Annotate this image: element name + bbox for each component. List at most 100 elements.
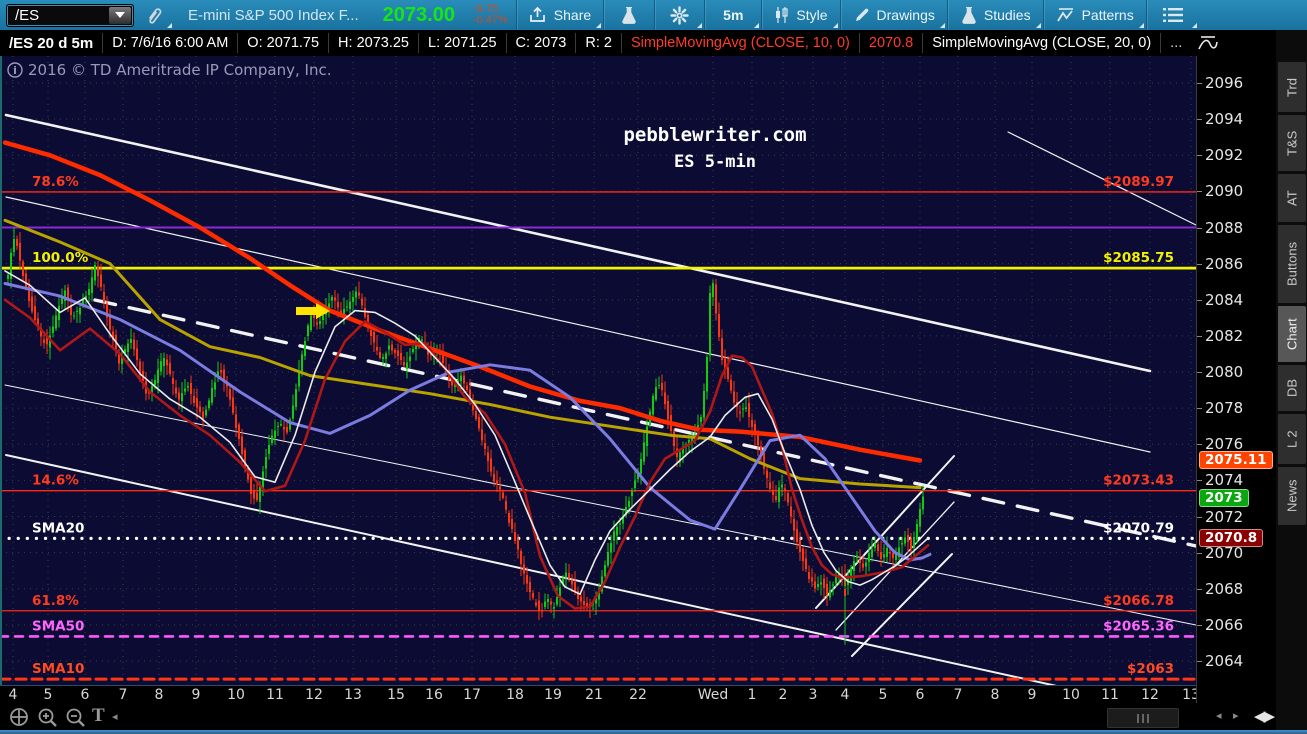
price-tick-label: 2078 — [1196, 399, 1244, 418]
sidebar-tab-trd[interactable]: Trd — [1278, 62, 1306, 112]
thinkorswim-window: /ES E-mini S&P 500 Index F... 2073.00 -9… — [0, 0, 1307, 734]
sidebar-tab-ts[interactable]: T&S — [1278, 115, 1306, 171]
share-icon — [529, 6, 545, 22]
interval-button[interactable]: 5m — [705, 0, 761, 30]
time-tick-label: 8 — [990, 687, 1000, 703]
level-label-right: $2066.78 — [1103, 593, 1174, 609]
chart-style-icon — [776, 7, 788, 23]
price-tick-label: 2088 — [1196, 218, 1244, 237]
patterns-label: Patterns — [1081, 7, 1134, 23]
instrument-description: E-mini S&P 500 Index F... — [188, 6, 359, 24]
sidebar-tab-at[interactable]: AT — [1278, 174, 1306, 222]
price-badge: 2070.8 — [1199, 529, 1264, 548]
level-label-left: 78.6% — [32, 174, 79, 190]
price-tick-label: 2074 — [1196, 471, 1244, 490]
gear-icon — [670, 5, 689, 25]
change-percent: -0.47% — [472, 14, 508, 26]
analysis-flask-button[interactable] — [604, 0, 654, 30]
plot-left-frame — [0, 56, 2, 686]
level-label-left: 14.6% — [32, 473, 79, 489]
price-tick-label: 2080 — [1196, 363, 1244, 381]
share-button[interactable]: Share — [517, 0, 603, 30]
studies-button[interactable]: Studies — [948, 0, 1043, 30]
style-button[interactable]: Style — [762, 0, 839, 30]
text-tool-icon[interactable]: T — [92, 705, 105, 727]
time-tick-label: 21 — [585, 687, 603, 703]
sidebar-tab-news[interactable]: News — [1278, 467, 1306, 525]
time-tick-label: 3 — [808, 687, 818, 703]
collapse-tools-icon[interactable]: ◂ — [112, 712, 118, 723]
time-tick-label: 5 — [878, 687, 888, 703]
symbol-dropdown-button[interactable] — [109, 6, 131, 24]
symbol-input[interactable]: /ES — [6, 3, 134, 27]
menu-button[interactable] — [1147, 0, 1199, 30]
time-tick-label: Wed — [697, 687, 729, 703]
time-axis[interactable]: 4 5 6 7 8 9 10 11 12 13 15 16 17 18 19 21 22 Wed 1 2 3 4 5 6 7 8 9… — [0, 686, 1200, 703]
bottom-bar: T ◂ ◂ ▸ ◀▶ — [0, 703, 1276, 730]
time-tick-label: 11 — [1101, 687, 1119, 703]
curve-tool-button[interactable] — [1196, 32, 1220, 55]
header-segment: H: 2073.25 — [329, 33, 419, 53]
svg-text:ES 5-min: ES 5-min — [674, 152, 756, 172]
price-tick-label: 2086 — [1196, 254, 1244, 273]
time-tick-label: 2 — [778, 687, 788, 703]
sidebar-tab-chart[interactable]: Chart — [1278, 306, 1306, 362]
drawings-button[interactable]: Drawings — [841, 0, 947, 30]
level-label-left: 100.0% — [32, 250, 89, 266]
sidebar-tab-db[interactable]: DB — [1278, 365, 1306, 411]
header-segment: SimpleMovingAvg (CLOSE, 20, 0) — [923, 33, 1162, 53]
svg-text:2016 © TD Ameritrade IP Compan: 2016 © TD Ameritrade IP Company, Inc. — [28, 61, 331, 79]
time-tick-label: 22 — [629, 687, 647, 703]
interval-label: 5m — [723, 7, 744, 23]
time-tick-label: 16 — [425, 687, 443, 703]
dropdown-corner — [167, 23, 172, 28]
scroll-right-icon[interactable]: ▸ — [1233, 711, 1239, 722]
level-label-right: $2085.75 — [1103, 250, 1174, 266]
top-toolbar: /ES E-mini S&P 500 Index F... 2073.00 -9… — [0, 0, 1307, 30]
time-tick-label: 19 — [544, 687, 562, 703]
svg-text:i: i — [13, 64, 17, 77]
share-label: Share — [553, 7, 592, 23]
price-tick-label: 2094 — [1196, 110, 1244, 129]
price-badge: 2073 — [1199, 489, 1249, 508]
header-segment: /ES 20 d 5m — [0, 33, 104, 53]
last-price: 2073.00 — [382, 3, 455, 26]
style-label: Style — [796, 7, 828, 23]
zoom-out-icon[interactable] — [64, 706, 88, 730]
drawings-label: Drawings — [876, 7, 935, 23]
scroll-left-icon[interactable]: ◂ — [1216, 711, 1222, 722]
header-segment: 2070.8 — [860, 33, 924, 53]
time-tick-label: 13 — [344, 687, 362, 703]
time-tick-label: 6 — [80, 687, 90, 703]
link-button[interactable] — [134, 0, 174, 30]
time-tick-label: 15 — [387, 687, 405, 703]
time-tick-label: 5 — [43, 687, 53, 703]
curve-icon — [1198, 35, 1218, 49]
zoom-in-icon[interactable] — [36, 706, 60, 730]
chart-scrollbar-grip[interactable] — [1107, 708, 1179, 728]
price-tick-label: 2092 — [1196, 146, 1244, 165]
level-label-left: SMA10 — [32, 661, 84, 677]
studies-flask-icon — [962, 6, 976, 24]
pan-tool-icon[interactable] — [8, 706, 30, 728]
level-label-left: SMA50 — [32, 618, 84, 634]
sidebar-tab-l2[interactable]: L 2 — [1278, 414, 1306, 464]
sidebar-tab-buttons[interactable]: Buttons — [1278, 225, 1306, 303]
dropdown-corner — [596, 23, 602, 28]
window-bottom-edge — [0, 730, 1307, 734]
settings-button[interactable] — [655, 0, 704, 30]
time-tick-label: 6 — [915, 687, 925, 703]
expand-handle-icon[interactable]: ◀▶ — [1254, 707, 1275, 725]
symbol-text: /ES — [15, 6, 40, 24]
price-axis[interactable]: 2064 2066 2068 2070 2072 2074 2076 2078 2080 2082… — [1196, 56, 1276, 703]
price-tick-label: 2066 — [1196, 615, 1244, 634]
right-sidebar: Trd T&S AT Buttons Chart DB L 2 News — [1276, 30, 1307, 734]
chart-header-row: /ES 20 d 5m D: 7/6/16 6:00 AM O: 2071.75 H:… — [0, 30, 1307, 56]
time-tick-label: 11 — [266, 687, 284, 703]
level-label-right: $2065.36 — [1103, 618, 1174, 634]
chart-canvas[interactable]: i 2016 © TD Ameritrade IP Company, Inc. pe… — [0, 56, 1196, 686]
price-tick-label: 2090 — [1196, 182, 1244, 201]
price-tick-label: 2082 — [1196, 326, 1244, 345]
patterns-button[interactable]: Patterns — [1044, 0, 1146, 30]
time-tick-label: 17 — [463, 687, 481, 703]
